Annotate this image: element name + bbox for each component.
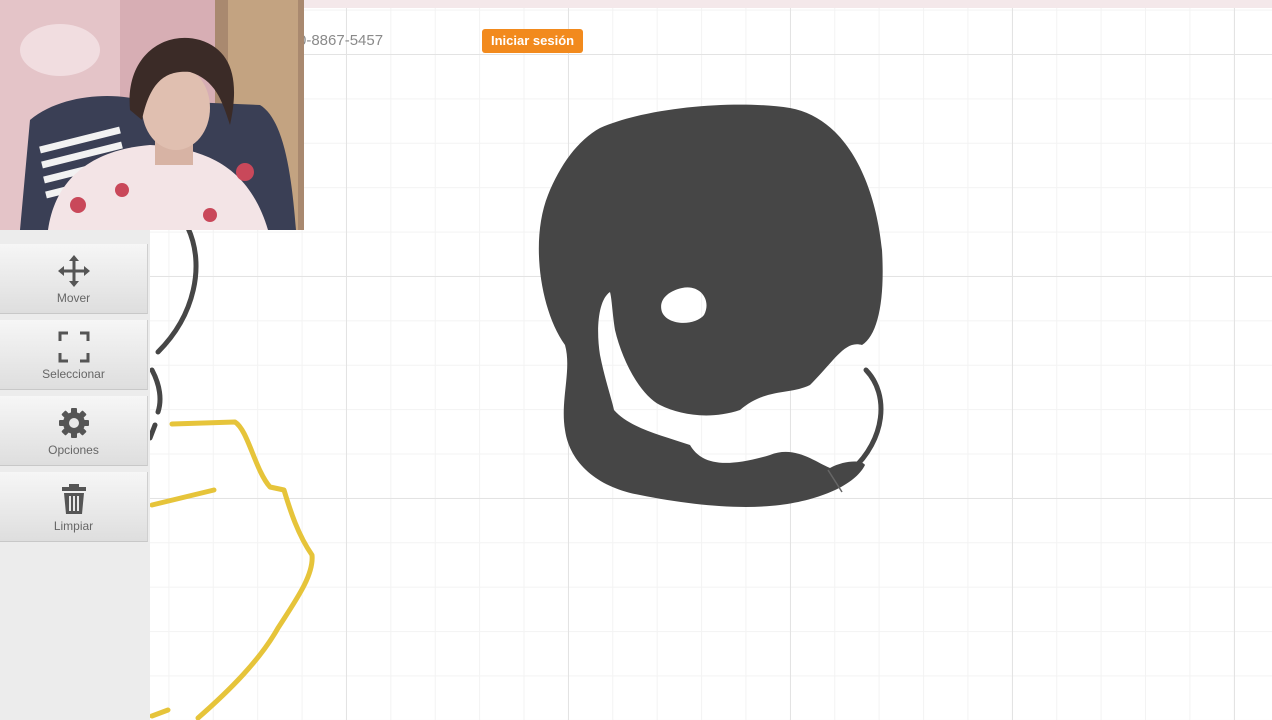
- options-button[interactable]: Opciones: [0, 396, 148, 466]
- webcam-overlay: [0, 0, 304, 230]
- options-label: Opciones: [48, 442, 99, 457]
- yellow-stroke: [169, 419, 315, 720]
- thin-dark-curve: [849, 367, 884, 473]
- select-corners-icon: [56, 329, 92, 365]
- move-tool-button[interactable]: Mover: [0, 244, 148, 314]
- trash-icon: [56, 481, 92, 517]
- dark-blob-drawing: [538, 104, 883, 507]
- gear-icon: [56, 405, 92, 441]
- clear-label: Limpiar: [53, 518, 94, 533]
- yellow-stroke-short: [149, 487, 217, 508]
- left-dark-stroke: [147, 225, 199, 441]
- tool-sidebar: Mover Seleccionar Opciones Limpiar: [0, 230, 150, 720]
- yellow-stroke-bottom: [149, 707, 171, 719]
- select-tool-label: Seleccionar: [42, 366, 105, 381]
- move-arrows-icon: [56, 253, 92, 289]
- clear-button[interactable]: Limpiar: [0, 472, 148, 542]
- move-tool-label: Mover: [56, 290, 91, 305]
- webcam-image: [0, 0, 304, 230]
- select-tool-button[interactable]: Seleccionar: [0, 320, 148, 390]
